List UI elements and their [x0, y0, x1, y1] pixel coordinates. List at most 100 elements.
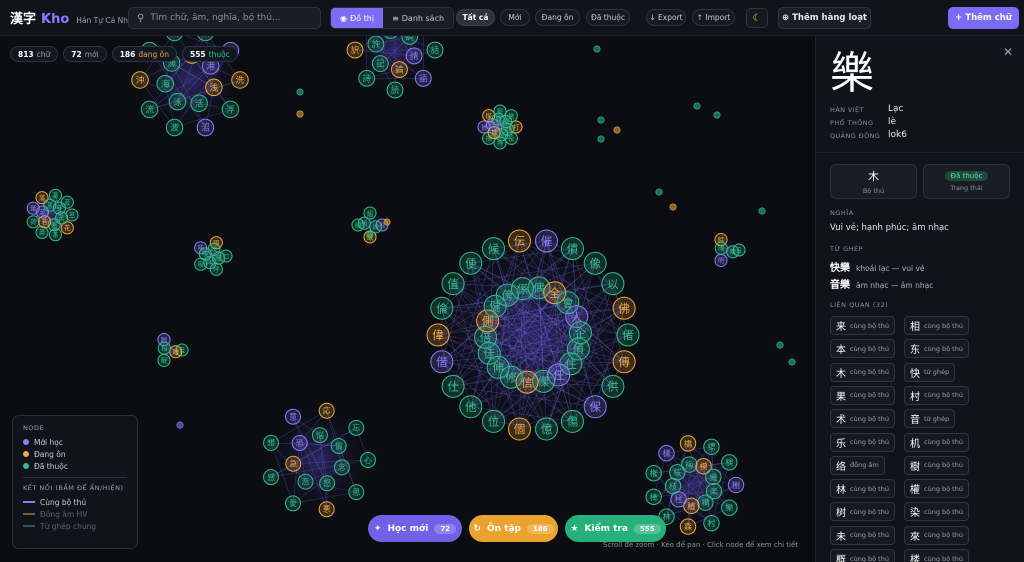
import-button[interactable]: ↑ Import — [692, 9, 735, 26]
graph-node[interactable]: 值 — [441, 272, 465, 296]
related-chip[interactable]: 来 cùng bộ thủ — [830, 316, 895, 335]
graph-node[interactable]: 沖 — [131, 71, 149, 89]
graph-node[interactable]: 芽 — [52, 201, 66, 215]
graph-node[interactable]: 念 — [333, 459, 350, 476]
related-chip[interactable]: 乐 cùng bộ thủ — [830, 432, 895, 452]
filter-review[interactable]: Đang ôn — [535, 9, 580, 26]
test-button[interactable]: ★ Kiểm tra 555 — [565, 515, 666, 542]
related-chip[interactable]: 概 cùng bộ thủ — [830, 549, 895, 562]
graph-node[interactable]: 億 — [535, 417, 559, 441]
graph-node[interactable]: 意 — [285, 408, 301, 425]
graph-node[interactable]: 棒 — [645, 488, 662, 506]
graph-node[interactable]: 催 — [535, 229, 559, 253]
graph-node[interactable]: 洗 — [231, 71, 249, 89]
graph-node[interactable]: 偉 — [426, 323, 450, 347]
graph-node-small[interactable] — [713, 111, 721, 119]
graph-node[interactable]: 悪 — [318, 501, 335, 518]
graph-node[interactable]: 許 — [367, 36, 385, 53]
graph-node-small[interactable] — [593, 45, 601, 53]
graph-node[interactable]: 睡 — [169, 345, 183, 359]
view-graph-button[interactable]: ◉ Đồ thị — [331, 8, 384, 28]
graph-node[interactable]: 海 — [156, 74, 175, 93]
graph-node[interactable]: 傳 — [612, 350, 636, 374]
graph-node[interactable]: 波 — [165, 118, 184, 137]
graph-node[interactable]: 想 — [263, 434, 279, 451]
graph-node[interactable]: 相 — [157, 341, 171, 355]
bulk-add-button[interactable]: ⊕ Thêm hàng loạt — [778, 7, 871, 29]
graph-node-small[interactable] — [693, 102, 701, 110]
graph-node[interactable]: 仕 — [441, 374, 465, 398]
graph-node[interactable]: 晴 — [726, 245, 740, 259]
graph-node[interactable]: 像 — [583, 251, 607, 275]
graph-node[interactable]: 記 — [371, 55, 389, 73]
filter-known[interactable]: Đã thuộc — [586, 9, 630, 26]
add-char-button[interactable]: + Thêm chữ — [948, 7, 1019, 29]
graph-node[interactable]: 偖 — [616, 323, 640, 347]
related-chip[interactable]: 染 cùng bộ thủ — [904, 502, 969, 522]
related-chip[interactable]: 權 cùng bộ thủ — [904, 479, 969, 499]
graph-node[interactable]: 権 — [645, 464, 662, 482]
graph-node[interactable]: 樹 — [727, 476, 745, 494]
graph-node-small[interactable] — [669, 203, 677, 211]
graph-node[interactable]: 請 — [405, 47, 423, 65]
graph-node[interactable]: 明 — [714, 253, 728, 267]
graph-node-small[interactable] — [597, 116, 605, 124]
legend-edge-radical[interactable]: Cùng bộ thủ — [23, 496, 127, 508]
graph-node[interactable]: 眠 — [157, 353, 171, 367]
graph-node[interactable]: 梅 — [681, 456, 698, 473]
export-button[interactable]: ↓ Export — [646, 9, 686, 26]
related-chip[interactable]: 楼 cùng bộ thủ — [904, 549, 969, 562]
related-chip[interactable]: 相 cùng bộ thủ — [904, 316, 969, 335]
graph-node[interactable]: 村 — [703, 515, 720, 532]
graph-node[interactable]: 論 — [391, 61, 408, 78]
related-chip[interactable]: 树 cùng bộ thủ — [830, 502, 895, 522]
search-input[interactable] — [150, 13, 311, 23]
graph-node-small[interactable] — [788, 358, 796, 366]
graph-node[interactable]: 恋 — [297, 473, 314, 490]
graph-node[interactable]: 心 — [360, 452, 376, 468]
related-chip[interactable]: 未 cùng bộ thủ — [830, 525, 895, 545]
graph-node[interactable]: 枝 — [664, 477, 682, 495]
graph-node[interactable]: 橋 — [679, 435, 697, 452]
learn-new-button[interactable]: ✦ Học mới 72 — [368, 515, 462, 542]
status-box[interactable]: Đã thuộc Trạng thái — [923, 164, 1010, 199]
related-chip[interactable]: 果 cùng bộ thủ — [830, 385, 895, 405]
graph-node-small[interactable] — [655, 188, 663, 196]
graph-node[interactable]: 訳 — [346, 41, 364, 59]
graph-node[interactable]: 暗 — [714, 241, 728, 255]
graph-node[interactable]: 忘 — [348, 419, 365, 436]
filter-all[interactable]: Tất cả — [456, 9, 495, 26]
related-chip[interactable]: 本 cùng bộ thủ — [830, 339, 895, 359]
graph-node[interactable]: 流 — [140, 100, 159, 119]
graph-node[interactable]: 慣 — [330, 437, 347, 454]
graph-node[interactable]: 悩 — [311, 427, 328, 444]
related-chip[interactable]: 木 cùng bộ thủ — [830, 362, 895, 382]
related-chip[interactable]: 东 cùng bộ thủ — [904, 339, 969, 359]
graph-node[interactable]: 検 — [721, 454, 738, 471]
graph-node[interactable]: 練 — [369, 220, 383, 234]
graph-node[interactable]: 話 — [426, 41, 444, 59]
filter-new[interactable]: Mới — [500, 9, 530, 26]
graph-node[interactable]: 撮 — [499, 115, 513, 129]
graph-node[interactable]: 供 — [601, 374, 625, 398]
graph-node[interactable]: 泳 — [168, 92, 187, 111]
graph-node[interactable]: 急 — [285, 455, 302, 472]
graph-node-small[interactable] — [776, 341, 784, 349]
graph-node[interactable]: 保 — [583, 395, 607, 419]
graph-node[interactable]: 樂 — [721, 499, 738, 516]
related-chip[interactable]: 林 cùng bộ thủ — [830, 479, 895, 499]
graph-node[interactable]: 標 — [703, 438, 720, 455]
graph-node-small[interactable] — [296, 110, 304, 118]
compound-item[interactable]: 音樂 âm nhạc — âm nhạc — [830, 276, 933, 291]
compound-item[interactable]: 快樂 khoái lạc — vui vẻ — [830, 259, 925, 274]
graph-node[interactable]: 浮 — [221, 100, 240, 119]
related-chip[interactable]: 术 cùng bộ thủ — [830, 409, 895, 429]
graph-node[interactable]: 伝 — [507, 229, 531, 253]
graph-node-small[interactable] — [366, 231, 374, 239]
graph-node[interactable]: 以 — [601, 272, 625, 296]
graph-node[interactable]: 荷 — [26, 215, 40, 229]
review-button[interactable]: ↻ Ôn tập 186 — [469, 515, 558, 542]
graph-node[interactable]: 他 — [459, 395, 483, 419]
related-chip[interactable]: 來 cùng bộ thủ — [904, 525, 969, 545]
graph-node[interactable]: 様 — [658, 445, 675, 462]
